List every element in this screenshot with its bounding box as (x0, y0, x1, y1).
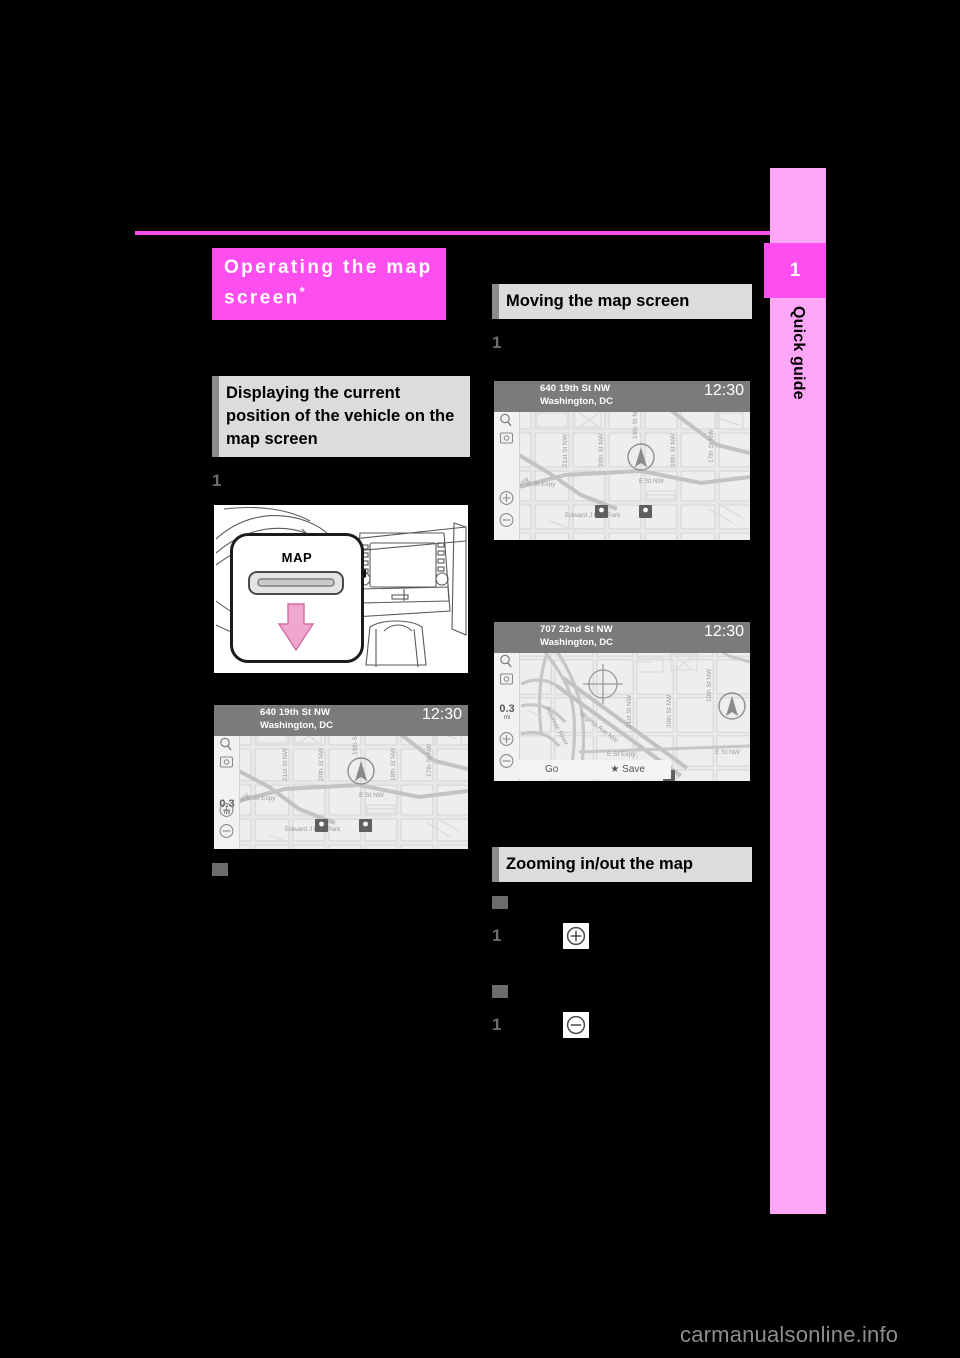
svg-text:Edward J K: Edward J K (565, 512, 599, 519)
step-number-zoom-out: 1 (492, 1015, 502, 1034)
plus-circle-icon[interactable] (565, 925, 587, 947)
chapter-label: Quick guide (770, 300, 826, 560)
go-button[interactable]: Go (545, 764, 558, 775)
svg-text:E St Expy: E St Expy (247, 795, 276, 802)
nav-address-line1: 707 22nd St NW (540, 624, 613, 635)
svg-text:Edward J K: Edward J K (285, 826, 319, 833)
map-view-icon[interactable] (217, 755, 236, 770)
map-button-label: MAP (281, 550, 313, 566)
svg-text:21st St NW: 21st St NW (562, 433, 569, 467)
page-title: Operating the map screen* (212, 248, 446, 321)
zoom-in-button[interactable] (497, 730, 516, 748)
chapter-number: 1 (789, 259, 801, 281)
bullet-marker-zoom-out (492, 985, 508, 998)
svg-text:20th St NW: 20th St NW (598, 433, 605, 467)
svg-text:20th St NW: 20th St NW (318, 747, 325, 781)
map-action-bar[interactable]: Go ★ Save (519, 760, 671, 779)
minus-circle-icon[interactable] (565, 1014, 587, 1036)
site-watermark: carmanualsonline.info (680, 1322, 899, 1347)
subsection-heading-displaying: Displaying the current position of the v… (212, 376, 470, 458)
step-number-moving: 1 (492, 333, 502, 352)
save-button-label: Save (622, 764, 645, 775)
search-icon[interactable] (497, 412, 516, 428)
manual-page: 1 Quick guide Operating the map screen* … (0, 0, 960, 1358)
nav-address-line1: 640 19th St NW (540, 383, 611, 394)
star-icon: ★ (610, 764, 620, 775)
subsection-heading-moving: Moving the map screen (492, 284, 752, 319)
svg-text:E St Expy: E St Expy (607, 751, 636, 758)
svg-text:E St NW: E St NW (715, 749, 741, 756)
map-view-icon[interactable] (497, 431, 516, 446)
nav-clock: 12:30 (703, 382, 744, 399)
svg-text:18th St NW: 18th St NW (670, 433, 677, 467)
svg-text:17th St NW: 17th St NW (708, 429, 715, 463)
map-screenshot-current-position: e Washington University 21st St NW 20th … (212, 703, 470, 852)
svg-text:E St NW: E St NW (639, 478, 665, 485)
header-rule (135, 231, 770, 235)
bullet-marker-zoom-in (492, 896, 508, 909)
nav-address-line2: Washington, DC (540, 637, 613, 648)
bullet-marker-left (212, 863, 228, 877)
subsection-heading-zooming: Zooming in/out the map (492, 847, 752, 882)
left-column: Operating the map screen* Displaying the… (212, 248, 470, 881)
map-scale-indicator-2: 0.3 mi (499, 703, 515, 722)
nav-clock: 12:30 (421, 706, 462, 724)
nav-screen-1[interactable]: e Washington University 21st St NW 20th … (494, 381, 750, 540)
right-column: Moving the map screen 1 21st St NW 20th … (492, 248, 752, 1038)
nav-address-line1: 640 19th St NW (260, 707, 331, 719)
svg-text:19th St NW: 19th St NW (706, 668, 713, 702)
map-screenshot-moving-after: George Washington University E St NW 21s… (492, 620, 752, 783)
save-button[interactable]: ★ Save (610, 764, 645, 775)
map-button-callout: MAP (230, 533, 364, 664)
map-hard-button-icon[interactable] (235, 568, 357, 654)
dashboard-map-button-illustration: MAP (212, 503, 470, 676)
svg-text:E St Expy: E St Expy (527, 481, 556, 488)
step-number-zoom-in: 1 (492, 926, 502, 945)
nav-clock: 12:30 (703, 623, 744, 640)
zoom-out-key[interactable] (563, 1012, 590, 1038)
page-title-line1: Operating the map (224, 257, 433, 278)
step-number-1: 1 (212, 471, 222, 491)
zoom-in-button[interactable] (497, 489, 516, 507)
nav-address-line2: Washington, DC (260, 720, 333, 732)
map-view-icon[interactable] (497, 672, 516, 687)
zoom-in-key[interactable] (563, 923, 590, 949)
map-screenshot-moving-before: e Washington University 21st St NW 20th … (492, 379, 752, 542)
page-title-line2: screen (224, 287, 300, 309)
nav-screen[interactable]: e Washington University 21st St NW 20th … (214, 705, 468, 850)
search-icon[interactable] (497, 653, 516, 669)
zoom-out-button[interactable] (497, 752, 516, 770)
svg-text:18th St NW: 18th St NW (390, 747, 397, 781)
svg-text:Park: Park (607, 512, 621, 519)
zoom-out-button[interactable] (497, 511, 516, 529)
nav-address-line2: Washington, DC (540, 396, 613, 407)
chapter-number-badge: 1 (764, 243, 826, 298)
search-icon[interactable] (217, 736, 236, 752)
svg-text:20th St NW: 20th St NW (666, 694, 673, 728)
svg-text:21st St NW: 21st St NW (282, 748, 289, 782)
svg-text:Park: Park (327, 826, 341, 833)
chapter-label-text: Quick guide (790, 306, 807, 400)
zoom-in-button[interactable] (217, 801, 236, 819)
svg-text:E St NW: E St NW (359, 792, 385, 799)
footnote-marker: * (299, 284, 305, 299)
svg-text:21st St NW: 21st St NW (626, 694, 633, 728)
svg-text:17th St NW: 17th St NW (426, 743, 433, 777)
nav-screen-2[interactable]: George Washington University E St NW 21s… (494, 622, 750, 781)
zoom-out-button[interactable] (217, 822, 236, 840)
